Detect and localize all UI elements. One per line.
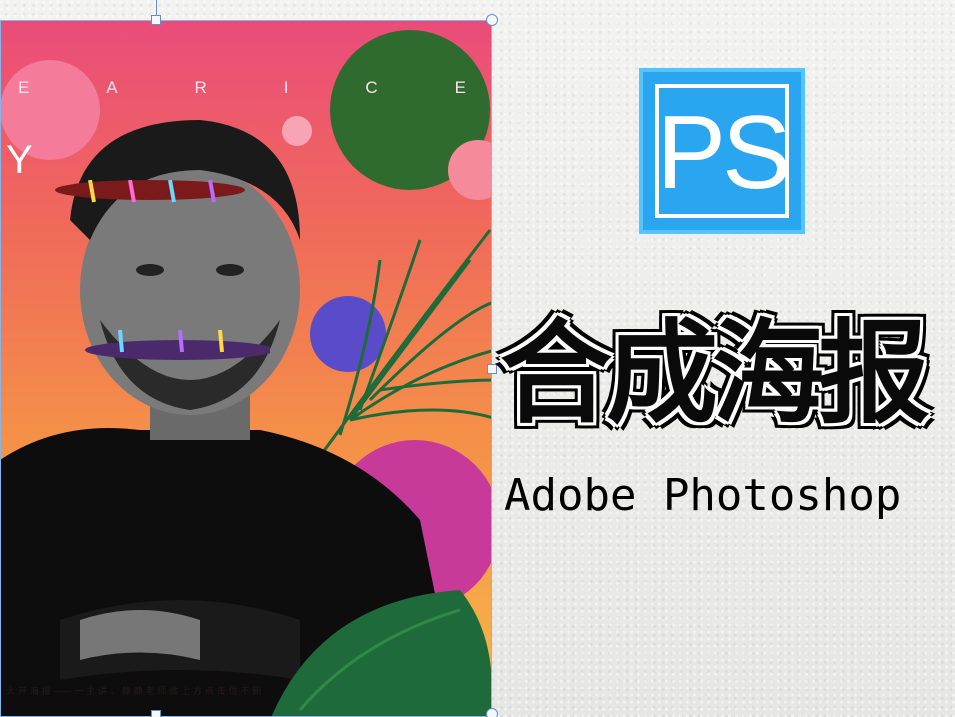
- resize-handle-right[interactable]: [487, 364, 497, 374]
- photoshop-logo-text: PS: [656, 95, 792, 211]
- poster-letter: E: [454, 78, 468, 97]
- resize-handle-bottom[interactable]: [151, 710, 161, 717]
- poster-letter: E: [18, 78, 32, 97]
- resize-handle-top[interactable]: [151, 15, 161, 25]
- resize-handle-bottom-right[interactable]: [486, 708, 498, 717]
- title-english: Adobe Photoshop: [504, 470, 902, 521]
- resize-handle-top-right[interactable]: [486, 14, 498, 26]
- poster-letter: A: [106, 78, 120, 97]
- slice-effect: [55, 180, 270, 360]
- poster-big-letter: Y: [6, 138, 33, 182]
- poster-letter-row: E A R I C E: [18, 78, 468, 98]
- poster-letter: I: [283, 78, 291, 97]
- poster-letter: C: [365, 78, 380, 97]
- poster-footer-text: 大 开 海 报 —— 一 主 讲 ， 静 静 老 师 做 上 方 点 击 位 不…: [6, 687, 262, 697]
- poster-image[interactable]: E A R I C E Y 大 开 海 报 —— 一 主 讲 ， 静 静 老 师…: [0, 20, 492, 717]
- title-chinese: 合成海报: [500, 309, 930, 439]
- poster-letter: R: [194, 78, 209, 97]
- photoshop-logo-frame: PS: [655, 84, 792, 218]
- photoshop-logo-icon: PS: [639, 68, 805, 234]
